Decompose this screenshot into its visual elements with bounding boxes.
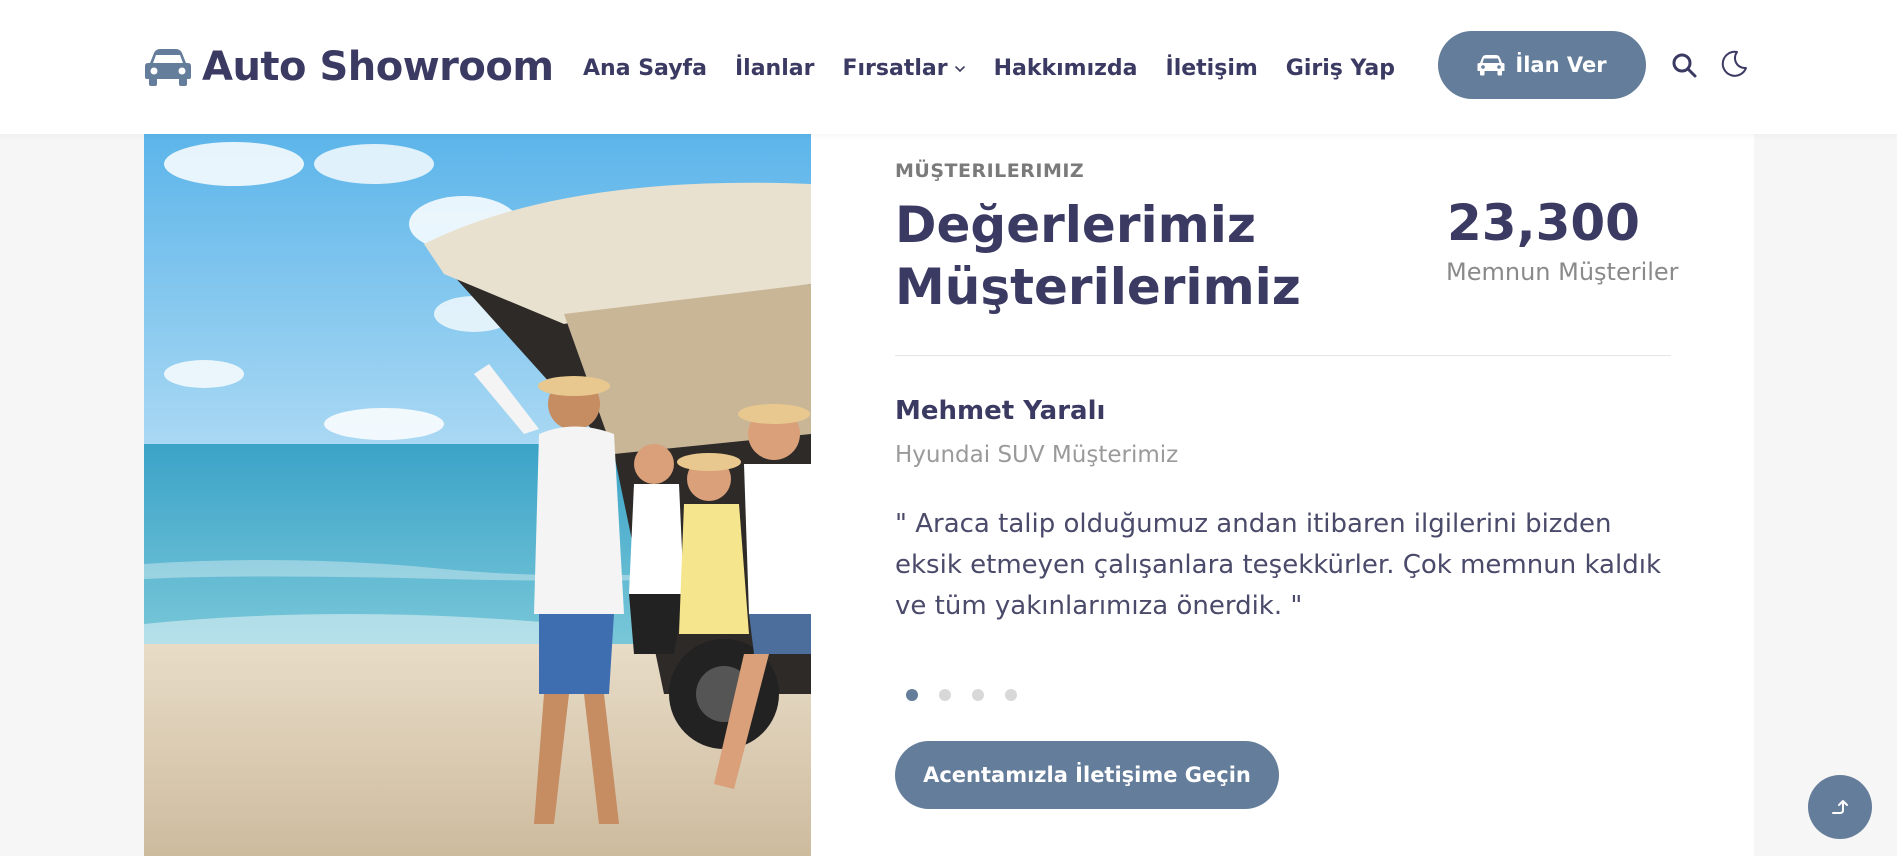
car-icon bbox=[1477, 55, 1505, 76]
nav-item-label: İletişim bbox=[1165, 56, 1258, 81]
carousel-dot-4[interactable] bbox=[1005, 689, 1017, 701]
nav-item-hakkimizda[interactable]: Hakkımızda bbox=[994, 56, 1138, 81]
nav-item-label: Hakkımızda bbox=[993, 56, 1138, 81]
car-icon bbox=[145, 49, 191, 86]
nav-item-iletisim[interactable]: İletişim bbox=[1166, 56, 1258, 81]
family-beach-photo bbox=[144, 134, 811, 856]
carousel-dot-3[interactable] bbox=[972, 689, 984, 701]
arrow-up-icon bbox=[1832, 800, 1848, 814]
customer-name: Mehmet Yaralı bbox=[895, 396, 1106, 426]
customer-subtitle: Hyundai SUV Müşterimiz bbox=[895, 442, 1179, 468]
main-nav: Ana Sayfa İlanlar Fırsatlar Hakkımızda İ… bbox=[583, 56, 1395, 81]
nav-item-ana-sayfa[interactable]: Ana Sayfa bbox=[583, 56, 707, 81]
stat-value: 23,300 bbox=[1447, 194, 1640, 252]
logo-text: Auto Showroom bbox=[202, 44, 554, 90]
carousel-dot-1[interactable] bbox=[906, 689, 918, 701]
testimonial-quote: " Araca talip olduğumuz andan itibaren i… bbox=[895, 509, 1661, 621]
post-listing-button[interactable]: İlan Ver bbox=[1438, 31, 1646, 99]
nav-item-label: Fırsatlar bbox=[842, 56, 948, 81]
nav-item-label: Giriş Yap bbox=[1285, 56, 1396, 81]
section-headline: Değerlerimiz Müşterilerimiz bbox=[895, 196, 1301, 316]
carousel-dots bbox=[906, 689, 1017, 701]
divider bbox=[895, 355, 1671, 356]
moon-icon[interactable] bbox=[1719, 49, 1749, 79]
scroll-to-top-button[interactable] bbox=[1808, 775, 1872, 839]
carousel-dot-2[interactable] bbox=[939, 689, 951, 701]
search-icon[interactable] bbox=[1671, 52, 1697, 78]
nav-item-firsatlar[interactable]: Fırsatlar bbox=[842, 56, 965, 81]
post-listing-label: İlan Ver bbox=[1515, 53, 1607, 77]
section-eyebrow: MÜŞTERILERIMIZ bbox=[895, 160, 1085, 182]
site-logo[interactable]: Auto Showroom bbox=[144, 44, 554, 90]
site-header: Auto Showroom Ana Sayfa İlanlar Fırsatla… bbox=[0, 0, 1897, 134]
nav-item-giris-yap[interactable]: Giriş Yap bbox=[1286, 56, 1395, 81]
nav-item-label: İlanlar bbox=[734, 56, 815, 81]
chevron-down-icon bbox=[954, 65, 965, 72]
contact-agency-button[interactable]: Acentamızla İletişime Geçin bbox=[895, 741, 1279, 809]
nav-item-ilanlar[interactable]: İlanlar bbox=[735, 56, 814, 81]
nav-item-label: Ana Sayfa bbox=[583, 56, 707, 81]
testimonial-section: MÜŞTERILERIMIZ Değerlerimiz Müşterilerim… bbox=[144, 134, 1754, 856]
stat-label: Memnun Müşteriler bbox=[1446, 258, 1679, 286]
